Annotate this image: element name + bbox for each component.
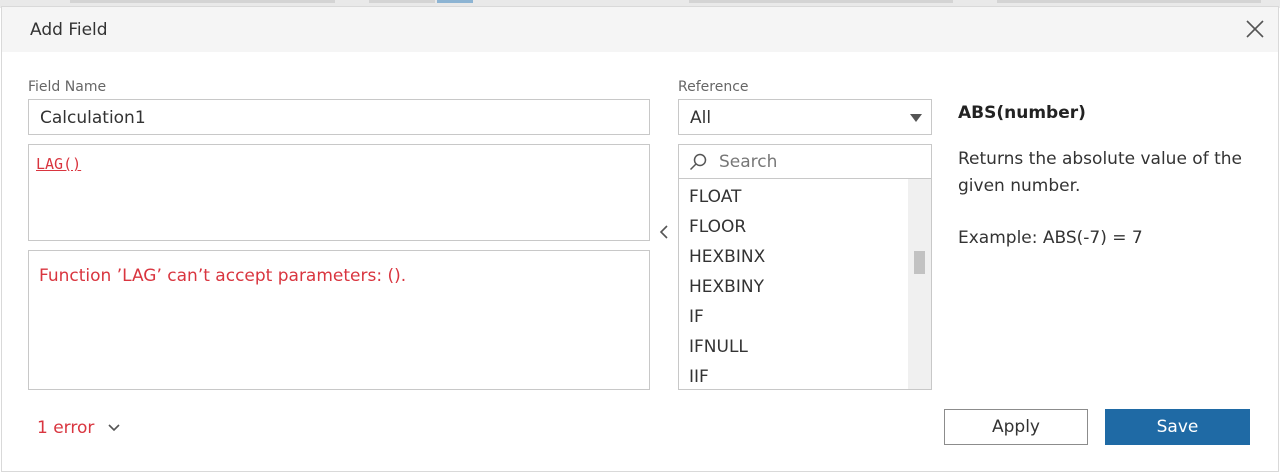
background-segment xyxy=(997,0,1261,3)
search-input[interactable] xyxy=(719,151,919,173)
reference-dropdown[interactable]: All xyxy=(678,99,932,135)
chevron-left-icon[interactable] xyxy=(657,222,671,242)
error-count-toggle[interactable]: 1 error xyxy=(37,418,94,438)
function-item[interactable]: FLOAT xyxy=(689,187,741,207)
reference-label: Reference xyxy=(678,79,749,95)
function-search xyxy=(678,144,932,179)
close-icon[interactable] xyxy=(1245,19,1265,39)
save-button[interactable]: Save xyxy=(1105,409,1250,445)
function-item[interactable]: IF xyxy=(689,307,704,327)
function-item[interactable]: IIF xyxy=(689,367,709,387)
function-list-scrollbar[interactable] xyxy=(908,179,931,389)
help-function-title: ABS(number) xyxy=(958,103,1086,123)
field-name-input[interactable]: Calculation1 xyxy=(28,99,650,135)
calculation-code: LAG() xyxy=(36,155,82,173)
reference-selected-value: All xyxy=(690,108,712,128)
background-segment xyxy=(70,0,335,3)
function-list[interactable]: FLOAT FLOOR HEXBINX HEXBINY IF IFNULL II… xyxy=(678,179,932,390)
help-example: Example: ABS(-7) = 7 xyxy=(958,228,1143,248)
function-item[interactable]: HEXBINY xyxy=(689,277,764,297)
dropdown-arrow-icon xyxy=(910,114,922,122)
field-name-label: Field Name xyxy=(28,79,107,95)
function-item[interactable]: HEXBINX xyxy=(689,247,765,267)
help-description: Returns the absolute value of the given … xyxy=(958,149,1242,196)
dialog-title: Add Field xyxy=(30,20,108,40)
dialog-header: Add Field xyxy=(2,7,1278,52)
function-item[interactable]: IFNULL xyxy=(689,337,748,357)
apply-button[interactable]: Apply xyxy=(944,409,1088,445)
scrollbar-thumb[interactable] xyxy=(914,251,925,274)
error-message: Function ’LAG’ can’t accept parameters: … xyxy=(39,266,407,286)
function-item[interactable]: FLOOR xyxy=(689,217,746,237)
background-segment xyxy=(689,0,953,3)
error-panel: Function ’LAG’ can’t accept parameters: … xyxy=(28,250,650,390)
background-highlight xyxy=(437,0,473,3)
search-icon xyxy=(689,153,707,171)
calculation-editor[interactable]: LAG() xyxy=(28,144,650,241)
chevron-down-icon[interactable] xyxy=(107,422,121,434)
background-segment xyxy=(369,0,435,3)
